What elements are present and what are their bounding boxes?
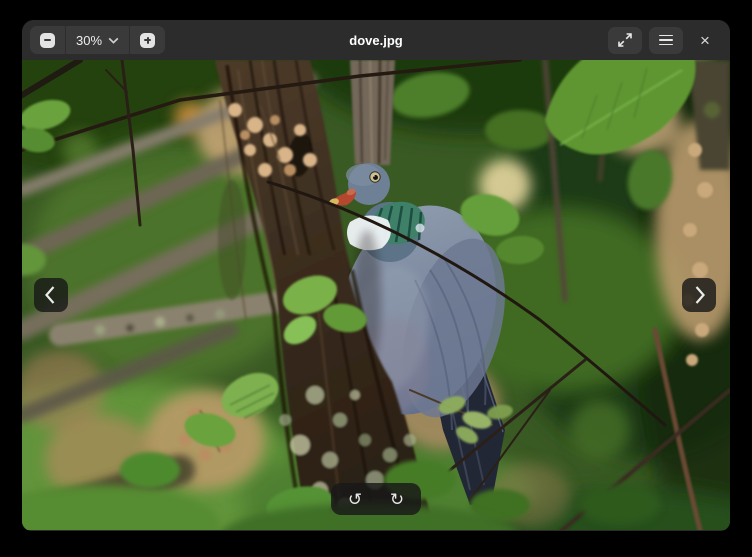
main-menu-button[interactable] [649, 27, 683, 54]
image-viewer-window: dove.jpg 30% [22, 20, 730, 531]
previous-image-button[interactable] [34, 278, 68, 312]
image-viewport: Blue-grey wood pigeon perched upright ag… [22, 60, 730, 530]
fullscreen-button[interactable] [608, 27, 642, 54]
fullscreen-icon [618, 33, 632, 47]
zoom-level-dropdown[interactable]: 30% [65, 26, 130, 54]
header-bar: dove.jpg 30% [22, 20, 730, 60]
rotate-counterclockwise-button[interactable]: ↺ [337, 485, 373, 513]
desktop-background: { "window": { "title": "dove.jpg" }, "he… [0, 0, 752, 557]
zoom-in-button[interactable] [130, 26, 165, 54]
zoom-in-icon [140, 33, 155, 48]
chevron-right-icon [682, 278, 716, 312]
chevron-left-icon [34, 278, 68, 312]
close-window-button[interactable]: × [690, 27, 720, 54]
hamburger-menu-icon [659, 35, 673, 46]
chevron-down-icon [108, 37, 119, 44]
zoom-out-button[interactable] [30, 26, 65, 54]
photo-dove[interactable]: Blue-grey wood pigeon perched upright ag… [22, 60, 730, 530]
rotate-ccw-icon: ↺ [348, 491, 362, 508]
zoom-level-value: 30% [76, 33, 102, 48]
next-image-button[interactable] [682, 278, 716, 312]
rotate-toolbar: ↺ ↻ [331, 483, 421, 515]
rotate-cw-icon: ↻ [390, 491, 404, 508]
zoom-out-icon [40, 33, 55, 48]
header-actions: × [608, 27, 720, 54]
close-icon: × [700, 32, 710, 49]
zoom-controls: 30% [30, 26, 165, 54]
rotate-clockwise-button[interactable]: ↻ [379, 485, 415, 513]
